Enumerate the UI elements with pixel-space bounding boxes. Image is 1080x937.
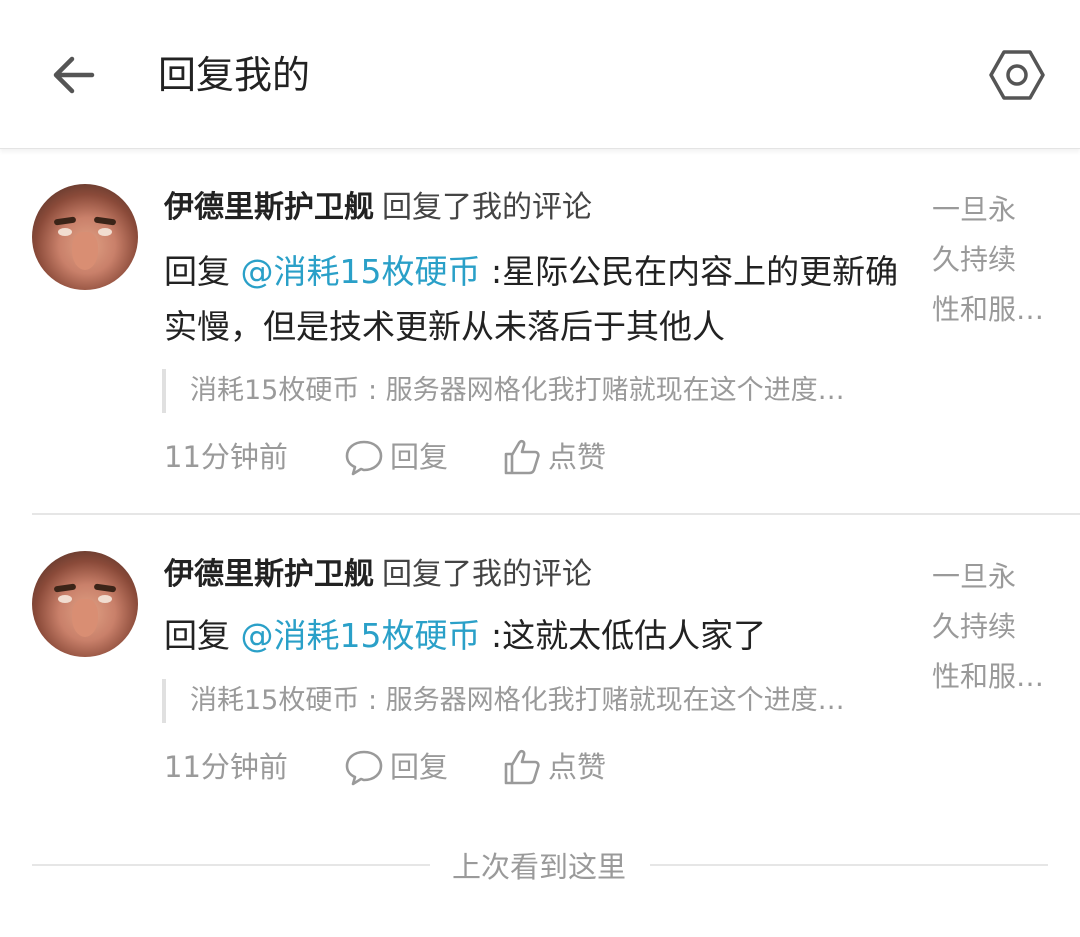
reply-button[interactable]: 回复 [344,747,448,787]
timestamp: 11分钟前 [164,440,288,474]
page-title: 回复我的 [158,53,311,97]
mention-link[interactable]: @消耗15枚硬币 [241,616,481,655]
speech-bubble-icon [345,440,383,476]
action-text: 回复了我的评论 [382,557,592,592]
like-button[interactable]: 点赞 [502,437,606,477]
quote-text: 消耗15枚硬币 : 服务器网格化我打赌就现在这个进度… [190,685,845,716]
quote-text: 消耗15枚硬币 : 服务器网格化我打赌就现在这个进度… [190,375,845,406]
item-divider [32,513,1080,515]
reply-label: 回复 [390,750,449,784]
source-line: 一旦永 [932,193,1017,226]
reply-button[interactable]: 回复 [344,437,448,477]
last-seen-line-left [32,864,430,866]
source-line: 一旦永 [932,560,1017,593]
comment-body: :这就太低估人家了 [491,616,767,655]
avatar[interactable] [32,551,138,657]
quoted-comment[interactable]: 消耗15枚硬币 : 服务器网格化我打赌就现在这个进度… [162,679,906,723]
thumbs-up-icon [504,439,540,475]
settings-button[interactable] [988,46,1046,104]
user-name[interactable]: 伊德里斯护卫舰 [164,190,374,225]
action-text: 回复了我的评论 [382,190,592,225]
avatar[interactable] [32,184,138,290]
reply-prefix: 回复 [164,616,230,655]
reply-header: 伊德里斯护卫舰 回复了我的评论 [164,555,592,595]
reply-prefix: 回复 [164,252,230,291]
quoted-comment[interactable]: 消耗15枚硬币 : 服务器网格化我打赌就现在这个进度… [162,369,906,413]
reply-header: 伊德里斯护卫舰 回复了我的评论 [164,188,592,228]
source-line: 久持续 [932,243,1017,276]
source-line: 久持续 [932,610,1017,643]
last-seen-label: 上次看到这里 [452,850,627,884]
user-name[interactable]: 伊德里斯护卫舰 [164,557,374,592]
timestamp: 11分钟前 [164,750,288,784]
last-seen-line-right [650,864,1048,866]
hexagon-settings-icon [989,50,1045,100]
source-line: 性和服… [932,293,1045,326]
back-button[interactable] [48,49,100,101]
speech-bubble-icon [345,750,383,786]
like-label: 点赞 [548,750,607,784]
mention-link[interactable]: @消耗15枚硬币 [241,252,481,291]
like-label: 点赞 [548,440,607,474]
top-bar: 回复我的 [0,0,1080,149]
source-snippet[interactable]: 一旦永 久持续 性和服… [932,185,1054,335]
comment-text[interactable]: 回复 @消耗15枚硬币 :这就太低估人家了 [164,608,904,663]
arrow-left-icon [53,56,95,94]
like-button[interactable]: 点赞 [502,747,606,787]
reply-label: 回复 [390,440,449,474]
thumbs-up-icon [504,749,540,785]
source-line: 性和服… [932,660,1045,693]
source-snippet[interactable]: 一旦永 久持续 性和服… [932,552,1054,702]
comment-text[interactable]: 回复 @消耗15枚硬币 :星际公民在内容上的更新确实慢，但是技术更新从未落后于其… [164,244,904,354]
